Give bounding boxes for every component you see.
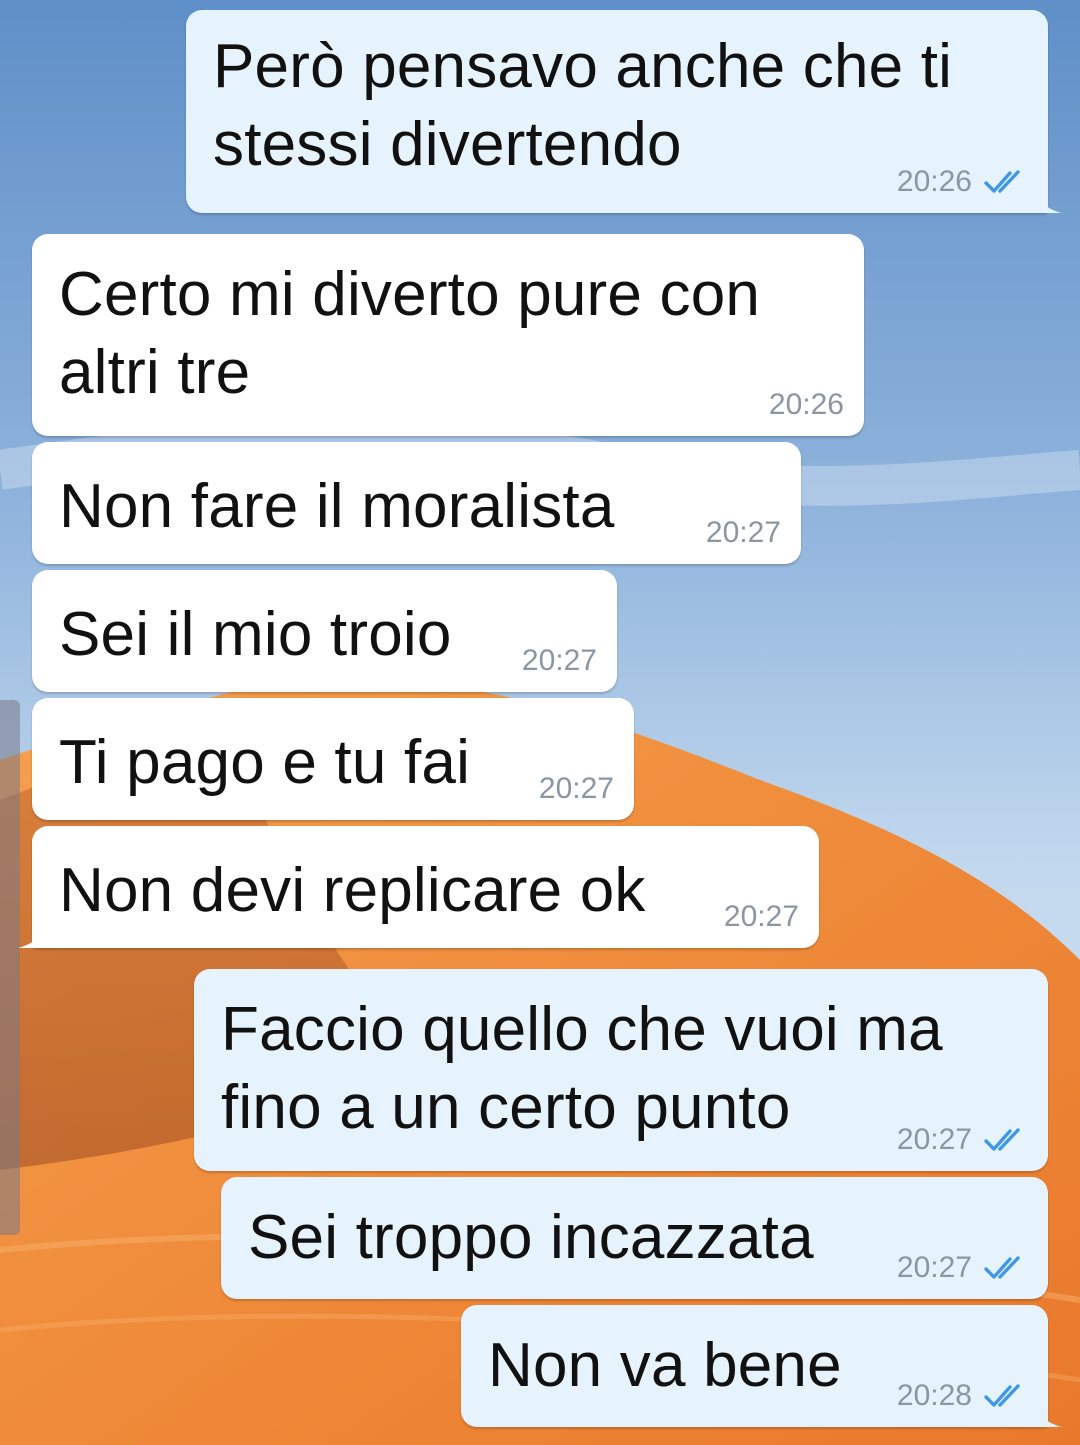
message-text-line: Non devi replicare ok: [59, 856, 646, 925]
double-check-icon: [984, 1256, 1020, 1279]
message-meta: 20:27: [539, 772, 614, 806]
outgoing-message-bubble[interactable]: Faccio quello che vuoi ma fino a un certo…: [194, 969, 1048, 1171]
bubble-tail: [1036, 185, 1062, 213]
incoming-message-bubble[interactable]: Sei il mio troio 20:27: [32, 570, 617, 692]
message-text-line: Ti pago e tu fai: [59, 728, 471, 797]
outgoing-message-bubble[interactable]: Sei troppo incazzata 20:27: [221, 1177, 1048, 1299]
message-list: Però pensavo anche che ti stessi diverten…: [0, 0, 1080, 1445]
message-meta: 20:27: [897, 1251, 1028, 1285]
message-meta: 20:27: [522, 644, 597, 678]
message-text-line: Certo mi diverto pure con: [59, 260, 761, 329]
message-meta: 20:27: [706, 516, 781, 550]
message-timestamp: 20:28: [896, 1379, 972, 1412]
message-timestamp: 20:27: [538, 772, 614, 805]
message-meta: 20:26: [769, 388, 844, 422]
message-text-line: stessi divertendo: [213, 110, 682, 179]
bubble-tail: [1036, 1399, 1062, 1427]
incoming-message-bubble[interactable]: Certo mi diverto pure con altri tre 20:26: [32, 234, 864, 436]
incoming-message-bubble[interactable]: Non devi replicare ok 20:27: [18, 826, 819, 948]
message-timestamp: 20:26: [768, 388, 844, 421]
message-text: Non va bene: [488, 1327, 842, 1405]
message-text-line: fino a un certo punto: [221, 1073, 791, 1142]
message-text: Sei il mio troio: [59, 596, 452, 674]
message-timestamp: 20:27: [705, 516, 781, 549]
double-check-icon: [984, 1128, 1020, 1151]
outgoing-message-bubble[interactable]: Non va bene 20:28: [461, 1305, 1062, 1427]
message-timestamp: 20:27: [723, 900, 799, 933]
message-meta: 20:27: [724, 900, 799, 934]
message-text-line: Non va bene: [488, 1331, 842, 1400]
message-text: Però pensavo anche che ti stessi diverten…: [213, 28, 952, 184]
message-text-line: Sei troppo incazzata: [248, 1203, 814, 1272]
incoming-message-bubble[interactable]: Non fare il moralista 20:27: [32, 442, 801, 564]
message-text-line: Sei il mio troio: [59, 600, 452, 669]
message-text: Certo mi diverto pure con altri tre: [59, 256, 760, 412]
outgoing-message-bubble[interactable]: Però pensavo anche che ti stessi diverten…: [186, 10, 1062, 213]
message-text: Ti pago e tu fai: [59, 724, 470, 802]
message-timestamp: 20:27: [896, 1251, 972, 1284]
double-check-icon: [984, 1384, 1020, 1407]
bubble-tail: [18, 920, 44, 948]
message-timestamp: 20:27: [896, 1123, 972, 1156]
incoming-message-bubble[interactable]: Ti pago e tu fai 20:27: [32, 698, 634, 820]
message-meta: 20:28: [897, 1379, 1028, 1413]
message-text: Faccio quello che vuoi ma fino a un certo…: [221, 991, 943, 1147]
message-timestamp: 20:27: [521, 644, 597, 677]
double-check-icon: [984, 170, 1020, 193]
message-timestamp: 20:26: [896, 165, 972, 198]
message-text-line: Non fare il moralista: [59, 472, 615, 541]
message-text-line: altri tre: [59, 338, 251, 407]
message-text-line: Però pensavo anche che ti: [213, 32, 953, 101]
message-text-line: Faccio quello che vuoi ma: [221, 995, 943, 1064]
message-meta: 20:26: [897, 165, 1028, 199]
message-meta: 20:27: [897, 1123, 1028, 1157]
message-text: Non fare il moralista: [59, 468, 615, 546]
message-text: Non devi replicare ok: [59, 852, 646, 930]
message-text: Sei troppo incazzata: [248, 1199, 814, 1277]
